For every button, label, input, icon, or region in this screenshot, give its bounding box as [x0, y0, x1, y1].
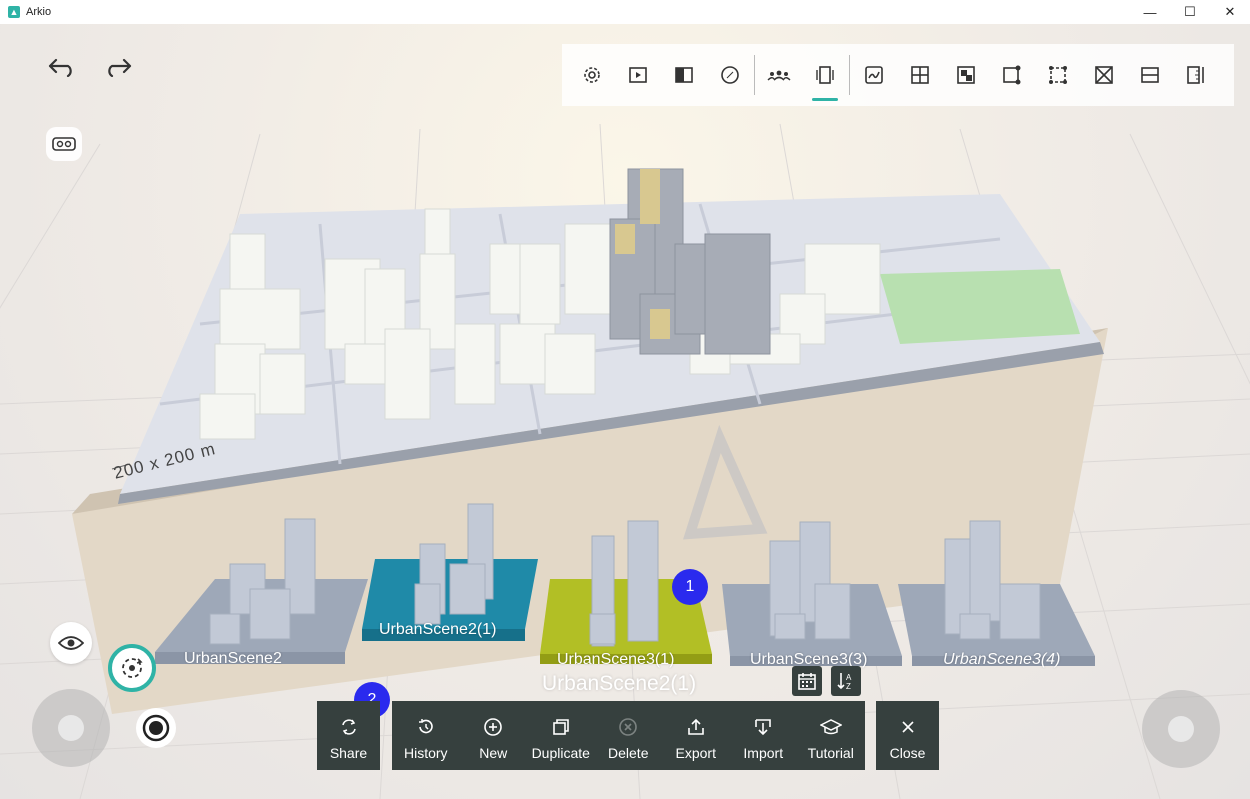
duplicate-label: Duplicate [531, 745, 590, 761]
redo-button[interactable] [100, 52, 136, 82]
split-horizontal-button[interactable] [1127, 52, 1173, 98]
vr-headset-icon [52, 137, 76, 151]
maximize-button[interactable]: ☐ [1170, 0, 1210, 24]
share-button[interactable]: Share [317, 701, 380, 770]
record-icon [142, 714, 170, 742]
duplicate-icon [552, 719, 569, 735]
phone-frame-button[interactable] [802, 52, 848, 101]
toolbar-divider [849, 55, 850, 95]
right-joystick[interactable] [1142, 690, 1220, 768]
minimize-button[interactable]: — [1130, 0, 1170, 24]
tutorial-button[interactable]: Tutorial [797, 701, 865, 770]
sketch-draw-button[interactable] [851, 52, 897, 98]
sort-alphabetical-button[interactable]: AZ [831, 666, 861, 696]
split-horizontal-icon [1141, 67, 1159, 83]
duplicate-button[interactable]: Duplicate [527, 701, 595, 770]
step-badge-1: 1 [672, 569, 708, 605]
close-label: Close [889, 745, 926, 761]
import-label: Import [743, 745, 784, 761]
joystick-nub[interactable] [58, 715, 84, 741]
import-icon [755, 719, 772, 736]
redo-icon [108, 58, 132, 77]
eye-icon [58, 636, 84, 650]
alpha-sort-icon: AZ [837, 673, 852, 691]
scene-label[interactable]: UrbanScene2 [184, 650, 282, 668]
close-menu-group: Close [876, 701, 939, 770]
material-button[interactable] [943, 52, 989, 98]
people-button[interactable] [756, 52, 802, 98]
app-logo-icon: ▲ [8, 6, 20, 18]
export-icon [687, 718, 704, 735]
left-joystick[interactable] [32, 689, 110, 767]
visibility-button[interactable] [50, 622, 92, 664]
delete-circle-icon [619, 718, 638, 736]
measure-icon [1187, 66, 1204, 84]
share-menu-group: Share [317, 701, 380, 770]
3d-viewport[interactable]: 200 x 200 m UrbanScene2 UrbanScene2(1) U… [0, 24, 1250, 799]
undo-icon [48, 58, 72, 77]
history-button[interactable]: History [392, 701, 460, 770]
split-view-icon [675, 67, 693, 83]
vr-mode-button[interactable] [46, 127, 82, 161]
delete-button[interactable]: Delete [595, 701, 663, 770]
phone-frame-icon [816, 66, 834, 84]
tools-toolbar [562, 44, 1234, 106]
scene-label[interactable]: UrbanScene3(4) [943, 651, 1060, 669]
scene-label[interactable]: UrbanScene2(1) [379, 621, 496, 639]
sketch-draw-icon [865, 66, 883, 84]
close-icon [901, 721, 914, 733]
new-label: New [479, 745, 508, 761]
toolbar-divider [754, 55, 755, 95]
scene-label[interactable]: UrbanScene3(1) [557, 651, 674, 669]
import-button[interactable]: Import [730, 701, 798, 770]
tutorial-label: Tutorial [807, 745, 854, 761]
edge-edit-button[interactable] [989, 52, 1035, 98]
play-presentation-button[interactable] [615, 52, 661, 98]
play-presentation-icon [629, 67, 647, 83]
svg-text:Z: Z [846, 682, 851, 691]
export-button[interactable]: Export [662, 701, 730, 770]
history-label: History [403, 745, 448, 761]
close-button[interactable]: Close [876, 701, 939, 770]
compass-icon [721, 66, 739, 84]
joystick-nub[interactable] [1168, 716, 1194, 742]
grid-split-button[interactable] [897, 52, 943, 98]
share-cycle-icon [341, 719, 356, 735]
svg-text:A: A [846, 673, 852, 682]
delete-box-button[interactable] [1081, 52, 1127, 98]
measure-button[interactable] [1173, 52, 1219, 98]
history-icon [418, 719, 433, 734]
select-box-icon [1049, 66, 1067, 84]
orbit-icon [122, 658, 143, 678]
settings-icon [584, 67, 600, 83]
share-label: Share [329, 745, 368, 761]
delete-label: Delete [608, 745, 649, 761]
material-icon [957, 66, 975, 84]
split-view-button[interactable] [661, 52, 707, 98]
window-title: Arkio [26, 6, 52, 18]
orbit-mode-button[interactable] [108, 644, 156, 692]
edge-edit-icon [1003, 65, 1021, 85]
export-label: Export [675, 745, 716, 761]
new-button[interactable]: New [460, 701, 528, 770]
graduation-cap-icon [819, 719, 842, 735]
selected-scene-name: UrbanScene2(1) [542, 672, 697, 695]
settings-button[interactable] [569, 52, 615, 98]
close-window-button[interactable]: ✕ [1210, 0, 1250, 24]
people-icon [767, 70, 791, 81]
calendar-sort-icon [798, 673, 816, 690]
select-box-button[interactable] [1035, 52, 1081, 98]
delete-box-icon [1095, 66, 1113, 84]
record-button[interactable] [136, 708, 176, 748]
plus-circle-icon [484, 718, 503, 736]
sort-by-date-button[interactable] [792, 666, 822, 696]
undo-button[interactable] [44, 52, 80, 82]
file-menu-group: History New Duplicate Delete Export Impo… [392, 701, 865, 770]
title-bar: ▲ Arkio — ☐ ✕ [0, 0, 1250, 24]
grid-split-icon [911, 66, 929, 84]
compass-button[interactable] [707, 52, 753, 98]
